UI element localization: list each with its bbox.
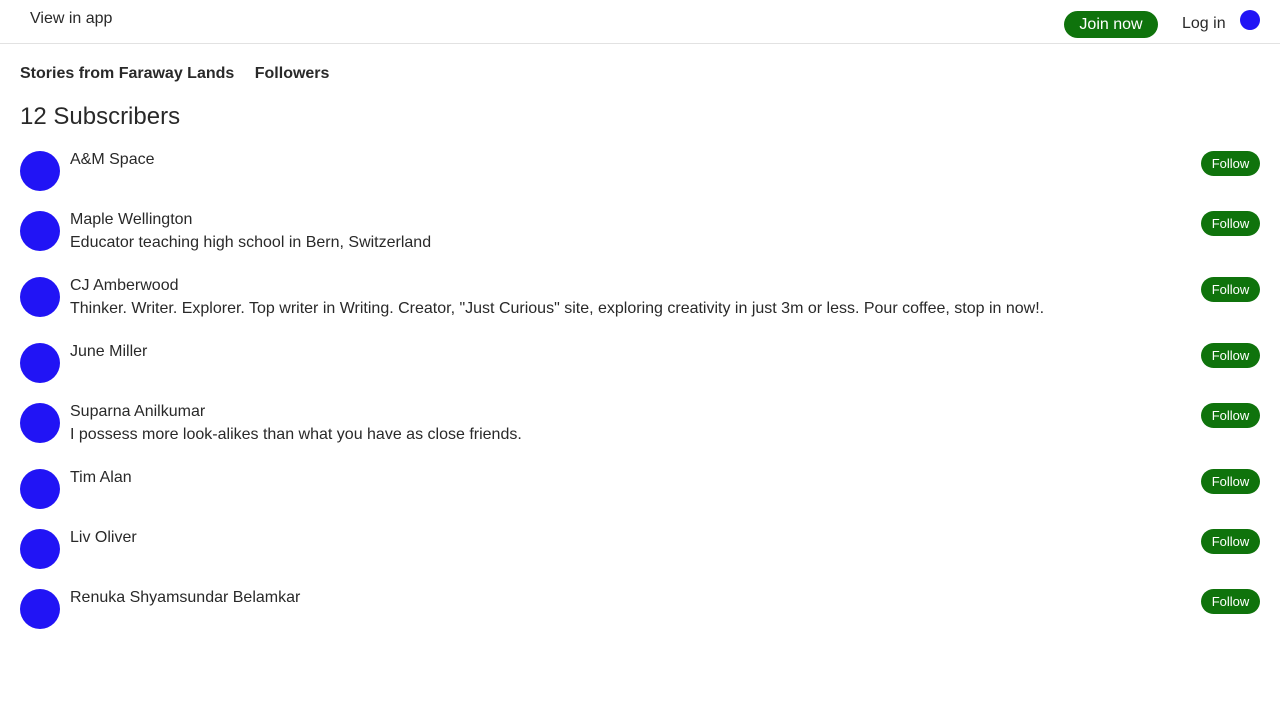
avatar[interactable] (20, 343, 60, 383)
follower-name[interactable]: CJ Amberwood (70, 277, 179, 295)
follow-button[interactable]: Follow (1201, 277, 1260, 302)
follow-button[interactable]: Follow (1201, 403, 1260, 428)
join-now-button[interactable]: Join now (1064, 11, 1158, 38)
follower-name[interactable]: Renuka Shyamsundar Belamkar (70, 589, 300, 607)
follower-name[interactable]: Tim Alan (70, 469, 132, 487)
follower-name[interactable]: June Miller (70, 343, 147, 361)
avatar[interactable] (20, 589, 60, 629)
avatar[interactable] (20, 403, 60, 443)
follower-bio: I possess more look-alikes than what you… (70, 426, 522, 443)
user-avatar[interactable] (1240, 10, 1260, 30)
avatar[interactable] (20, 151, 60, 191)
follow-button[interactable]: Follow (1201, 343, 1260, 368)
avatar[interactable] (20, 277, 60, 317)
follow-button[interactable]: Follow (1201, 151, 1260, 176)
follower-name[interactable]: Suparna Anilkumar (70, 403, 205, 421)
follow-button[interactable]: Follow (1201, 469, 1260, 494)
top-bar: View in app Join now Log in (0, 0, 1280, 44)
follower-name[interactable]: Maple Wellington (70, 211, 192, 229)
tab-followers[interactable]: Followers (255, 65, 330, 82)
publication-nav: Stories from Faraway Lands Followers (20, 64, 345, 84)
follower-bio: Educator teaching high school in Bern, S… (70, 234, 432, 251)
follow-button[interactable]: Follow (1201, 529, 1260, 554)
follower-name[interactable]: A&M Space (70, 151, 154, 169)
follower-bio: Thinker. Writer. Explorer. Top writer in… (70, 300, 1045, 317)
avatar[interactable] (20, 211, 60, 251)
view-in-app-link[interactable]: View in app (30, 9, 112, 29)
follower-name[interactable]: Liv Oliver (70, 529, 137, 547)
publication-name-link[interactable]: Stories from Faraway Lands (20, 65, 234, 82)
avatar[interactable] (20, 469, 60, 509)
log-in-link[interactable]: Log in (1182, 14, 1226, 34)
subscriber-count: 12 Subscribers (20, 103, 181, 130)
follow-button[interactable]: Follow (1201, 589, 1260, 614)
avatar[interactable] (20, 529, 60, 569)
follow-button[interactable]: Follow (1201, 211, 1260, 236)
